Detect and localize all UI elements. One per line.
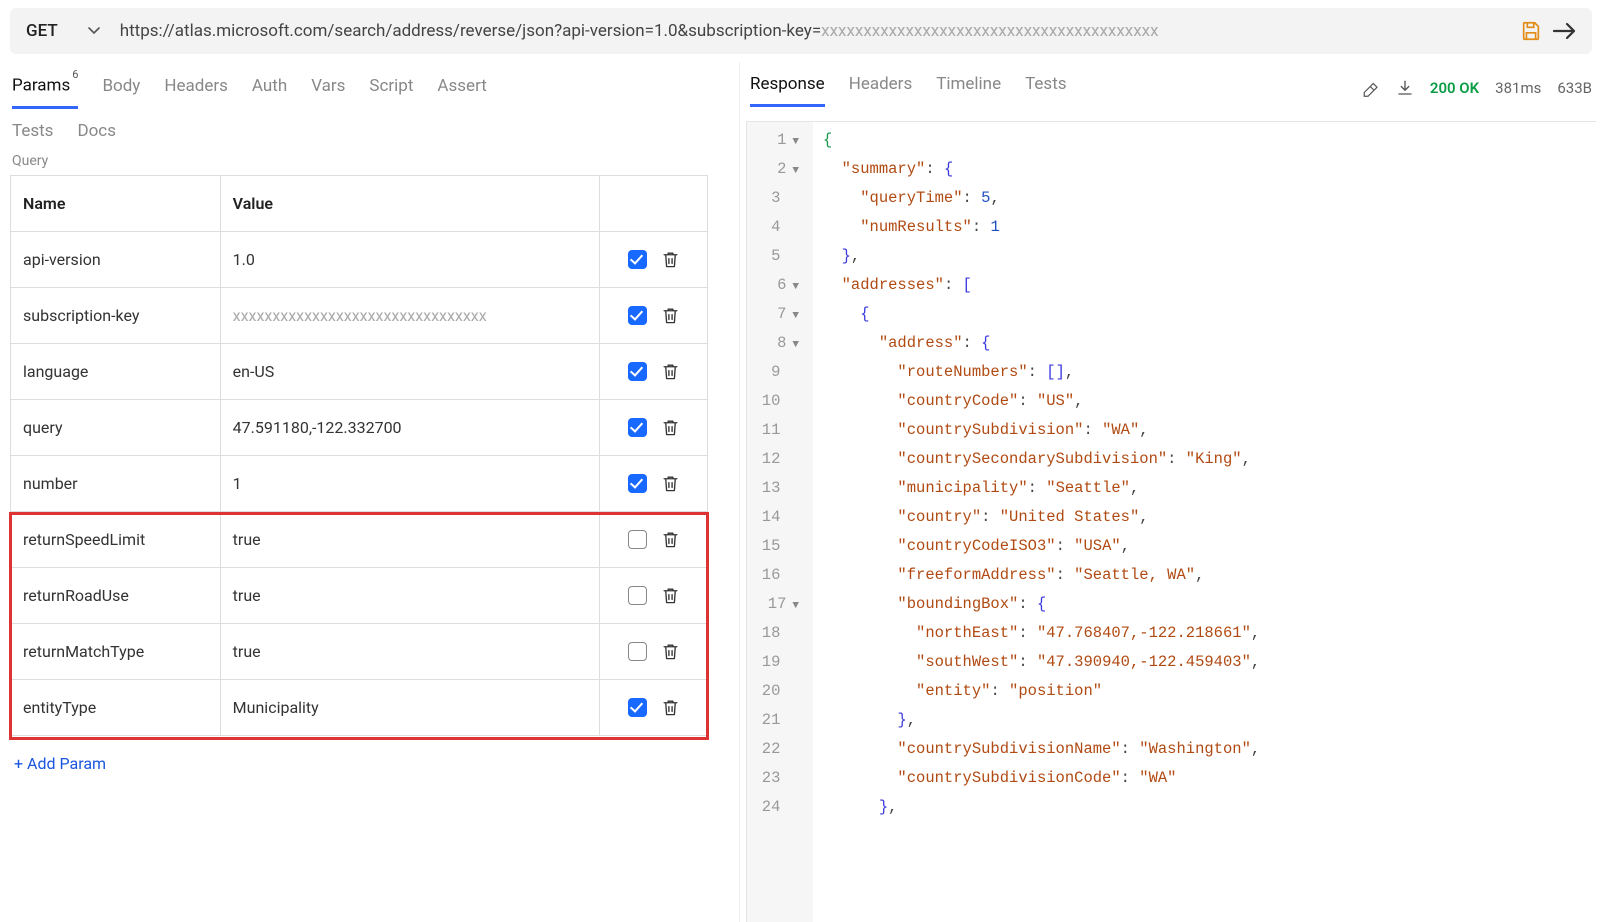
url-bar: GET https://atlas.microsoft.com/search/a… bbox=[10, 8, 1592, 54]
tab-response-headers[interactable]: Headers bbox=[849, 68, 913, 107]
table-row: subscription-keyxxxxxxxxxxxxxxxxxxxxxxxx… bbox=[11, 287, 708, 343]
param-value[interactable]: en-US bbox=[220, 343, 599, 399]
trash-icon[interactable] bbox=[661, 586, 680, 605]
param-value[interactable]: true bbox=[220, 511, 599, 567]
method-dropdown[interactable]: GET bbox=[20, 21, 108, 41]
query-section-label: Query bbox=[10, 149, 729, 175]
trash-icon[interactable] bbox=[661, 642, 680, 661]
request-tab-bar: Params6 Body Headers Auth Vars Script As… bbox=[10, 62, 729, 109]
tab-params[interactable]: Params6 bbox=[12, 68, 78, 109]
table-row: returnSpeedLimittrue bbox=[11, 511, 708, 567]
url-ghost-text: xxxxxxxxxxxxxxxxxxxxxxxxxxxxxxxxxxxxxxxx bbox=[821, 21, 1158, 41]
url-text: https://atlas.microsoft.com/search/addre… bbox=[120, 21, 821, 41]
status-text: 200 OK bbox=[1430, 79, 1479, 97]
response-meta: 200 OK 381ms 633B bbox=[1362, 79, 1592, 97]
table-row: query47.591180,-122.332700 bbox=[11, 399, 708, 455]
save-button[interactable] bbox=[1514, 14, 1548, 48]
param-value[interactable]: Municipality bbox=[220, 679, 599, 735]
tab-response[interactable]: Response bbox=[750, 68, 825, 107]
code-gutter: 1▼2▼3 4 5 6▼7▼8▼9 10 11 12 13 14 15 16 1… bbox=[747, 122, 813, 922]
trash-icon[interactable] bbox=[661, 362, 680, 381]
params-table: Name Value api-version1.0subscription-ke… bbox=[10, 175, 708, 736]
param-toggle-checkbox[interactable] bbox=[628, 362, 647, 381]
tab-timeline[interactable]: Timeline bbox=[936, 68, 1001, 107]
trash-icon[interactable] bbox=[661, 418, 680, 437]
response-pane: Response Headers Timeline Tests 200 OK 3… bbox=[740, 62, 1602, 922]
param-toggle-checkbox[interactable] bbox=[628, 530, 647, 549]
table-row: languageen-US bbox=[11, 343, 708, 399]
trash-icon[interactable] bbox=[661, 250, 680, 269]
params-count-badge: 6 bbox=[72, 68, 78, 81]
param-name[interactable]: returnSpeedLimit bbox=[11, 511, 221, 567]
param-value[interactable]: true bbox=[220, 567, 599, 623]
send-button[interactable] bbox=[1548, 14, 1582, 48]
code-content[interactable]: { "summary": { "queryTime": 5, "numResul… bbox=[813, 122, 1260, 922]
param-name[interactable]: returnRoadUse bbox=[11, 567, 221, 623]
param-name[interactable]: entityType bbox=[11, 679, 221, 735]
table-row: api-version1.0 bbox=[11, 231, 708, 287]
param-toggle-checkbox[interactable] bbox=[628, 642, 647, 661]
subtab-tests[interactable]: Tests bbox=[12, 121, 53, 141]
tab-script[interactable]: Script bbox=[369, 70, 413, 106]
download-icon[interactable] bbox=[1396, 79, 1414, 97]
trash-icon[interactable] bbox=[661, 698, 680, 717]
table-row: returnMatchTypetrue bbox=[11, 623, 708, 679]
param-value[interactable]: xxxxxxxxxxxxxxxxxxxxxxxxxxxxxxxx bbox=[220, 287, 599, 343]
time-text: 381ms bbox=[1495, 79, 1541, 97]
response-tab-bar: Response Headers Timeline Tests bbox=[750, 68, 1338, 107]
col-header-value: Value bbox=[220, 175, 599, 231]
tab-assert[interactable]: Assert bbox=[437, 70, 486, 106]
chevron-down-icon bbox=[88, 27, 100, 35]
param-name[interactable]: api-version bbox=[11, 231, 221, 287]
tab-headers[interactable]: Headers bbox=[164, 70, 228, 106]
param-name[interactable]: subscription-key bbox=[11, 287, 221, 343]
subtab-docs[interactable]: Docs bbox=[77, 121, 116, 141]
tab-response-tests[interactable]: Tests bbox=[1025, 68, 1066, 107]
trash-icon[interactable] bbox=[661, 306, 680, 325]
param-name[interactable]: number bbox=[11, 455, 221, 511]
param-toggle-checkbox[interactable] bbox=[628, 474, 647, 493]
response-body: 1▼2▼3 4 5 6▼7▼8▼9 10 11 12 13 14 15 16 1… bbox=[746, 121, 1596, 922]
col-header-name: Name bbox=[11, 175, 221, 231]
request-pane: Params6 Body Headers Auth Vars Script As… bbox=[0, 62, 740, 922]
param-name[interactable]: returnMatchType bbox=[11, 623, 221, 679]
tab-auth[interactable]: Auth bbox=[252, 70, 287, 106]
param-value[interactable]: true bbox=[220, 623, 599, 679]
param-toggle-checkbox[interactable] bbox=[628, 586, 647, 605]
table-row: returnRoadUsetrue bbox=[11, 567, 708, 623]
trash-icon[interactable] bbox=[661, 474, 680, 493]
add-param-button[interactable]: + Add Param bbox=[10, 736, 729, 791]
request-subtab-bar: Tests Docs bbox=[10, 109, 729, 149]
param-name[interactable]: language bbox=[11, 343, 221, 399]
param-toggle-checkbox[interactable] bbox=[628, 418, 647, 437]
table-row: number1 bbox=[11, 455, 708, 511]
param-value[interactable]: 1.0 bbox=[220, 231, 599, 287]
param-toggle-checkbox[interactable] bbox=[628, 306, 647, 325]
tab-vars[interactable]: Vars bbox=[311, 70, 345, 106]
param-toggle-checkbox[interactable] bbox=[628, 698, 647, 717]
col-header-actions bbox=[600, 175, 708, 231]
size-text: 633B bbox=[1557, 79, 1592, 97]
param-value[interactable]: 1 bbox=[220, 455, 599, 511]
url-input[interactable]: https://atlas.microsoft.com/search/addre… bbox=[108, 21, 1514, 41]
param-name[interactable]: query bbox=[11, 399, 221, 455]
trash-icon[interactable] bbox=[661, 530, 680, 549]
table-row: entityTypeMunicipality bbox=[11, 679, 708, 735]
clear-icon[interactable] bbox=[1362, 79, 1380, 97]
param-value[interactable]: 47.591180,-122.332700 bbox=[220, 399, 599, 455]
method-label: GET bbox=[26, 21, 58, 41]
tab-body[interactable]: Body bbox=[102, 70, 140, 106]
param-toggle-checkbox[interactable] bbox=[628, 250, 647, 269]
